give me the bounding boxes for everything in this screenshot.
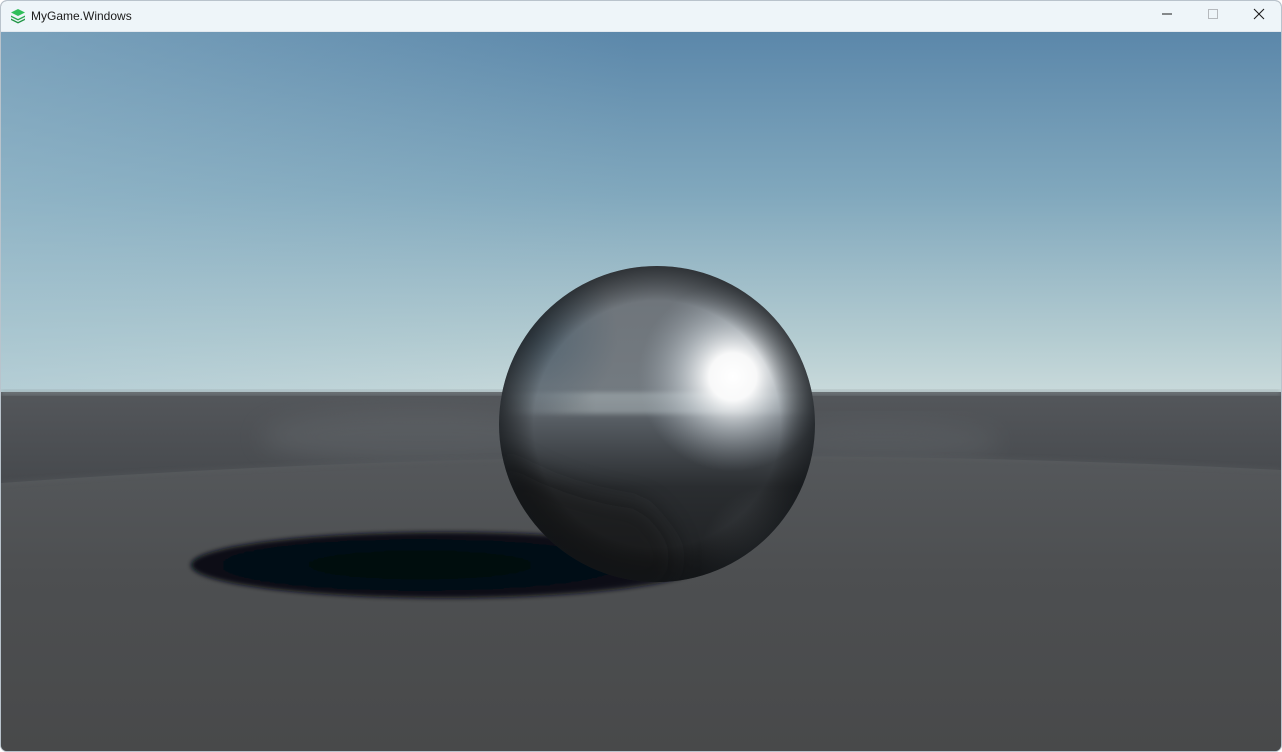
scene-render <box>1 32 1281 751</box>
close-icon <box>1253 7 1265 25</box>
game-viewport[interactable] <box>1 32 1281 751</box>
minimize-button[interactable] <box>1144 1 1190 31</box>
layers-stack-icon <box>10 8 26 24</box>
window-title: MyGame.Windows <box>31 9 132 23</box>
minimize-icon <box>1161 7 1173 25</box>
maximize-button[interactable] <box>1190 1 1236 31</box>
game-window: MyGame.Windows <box>0 0 1282 752</box>
maximize-icon <box>1207 7 1219 25</box>
title-bar[interactable]: MyGame.Windows <box>1 1 1281 32</box>
close-button[interactable] <box>1236 1 1281 31</box>
